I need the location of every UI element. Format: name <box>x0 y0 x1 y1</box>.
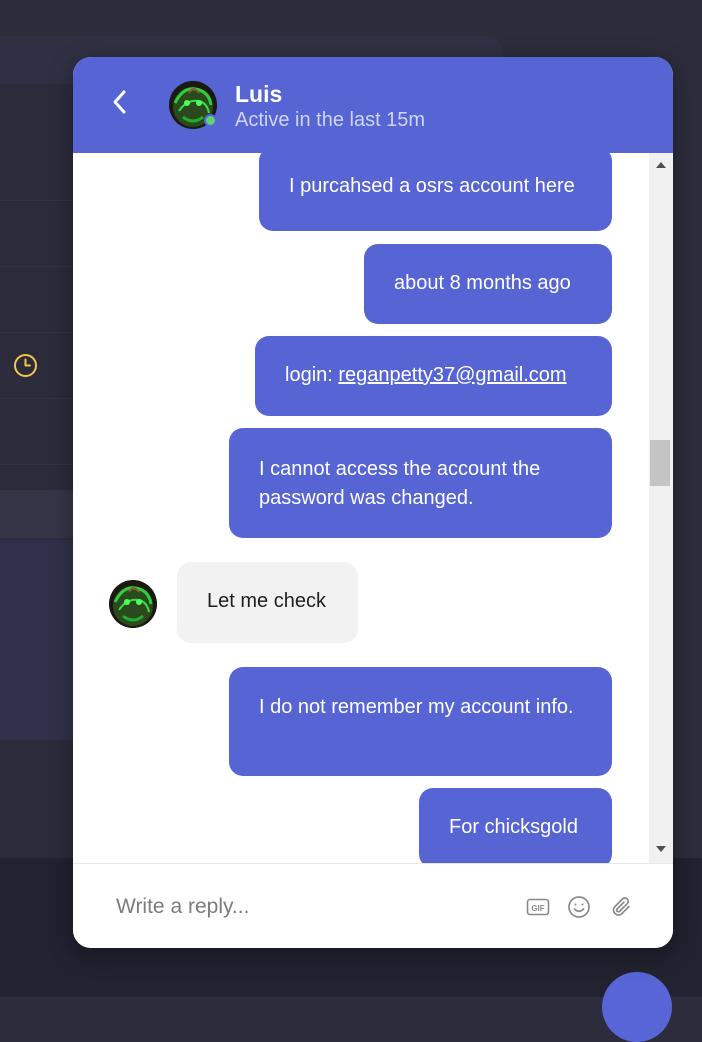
message-text: Let me check <box>207 590 326 612</box>
background-block <box>0 540 80 740</box>
message-bubble-incoming: Let me check <box>177 562 358 643</box>
message-bubble-outgoing: For chicksgold <box>419 788 612 863</box>
back-button[interactable] <box>103 87 137 121</box>
message-bubble-outgoing: I cannot access the account the password… <box>229 428 612 538</box>
message-text: For chicksgold <box>449 816 578 838</box>
message-text: I do not remember my account info. <box>259 696 574 718</box>
reply-composer: GIF <box>73 863 673 948</box>
chevron-left-icon <box>110 89 130 120</box>
chat-header: Luis Active in the last 15m <box>73 57 673 153</box>
clock-icon <box>13 353 38 378</box>
message-text: about 8 months ago <box>394 272 571 294</box>
message-text: I cannot access the account the password… <box>259 458 541 509</box>
email-link[interactable]: reganpetty37@gmail.com <box>338 364 566 386</box>
emoji-icon[interactable] <box>566 894 592 920</box>
gif-icon[interactable]: GIF <box>525 894 551 920</box>
scroll-down-arrow-icon[interactable] <box>649 839 673 859</box>
reply-input[interactable] <box>116 892 496 922</box>
svg-text:GIF: GIF <box>531 904 544 913</box>
scroll-up-arrow-icon[interactable] <box>649 155 673 175</box>
contact-status: Active in the last 15m <box>235 109 426 131</box>
background-rows <box>0 200 80 480</box>
scroll-thumb[interactable] <box>650 440 670 486</box>
paperclip-icon[interactable] <box>608 894 634 920</box>
message-bubble-outgoing: I do not remember my account info. <box>229 667 612 776</box>
chat-widget: Luis Active in the last 15m I purcahsed … <box>73 57 673 948</box>
message-text-prefix: login: <box>285 364 339 386</box>
message-bubble-outgoing: about 8 months ago <box>364 244 612 324</box>
message-text: I purcahsed a osrs account here <box>289 175 575 197</box>
message-bubble-outgoing: login: reganpetty37@gmail.com <box>255 336 612 416</box>
online-status-dot <box>204 114 217 127</box>
message-bubble-outgoing: I purcahsed a osrs account here <box>259 153 612 231</box>
contact-avatar <box>109 580 157 628</box>
message-list[interactable]: I purcahsed a osrs account here about 8 … <box>73 153 649 863</box>
contact-avatar <box>169 81 217 129</box>
contact-name: Luis <box>235 81 283 107</box>
message-scrollbar[interactable] <box>649 153 673 863</box>
chat-launcher-button[interactable] <box>602 972 672 1042</box>
